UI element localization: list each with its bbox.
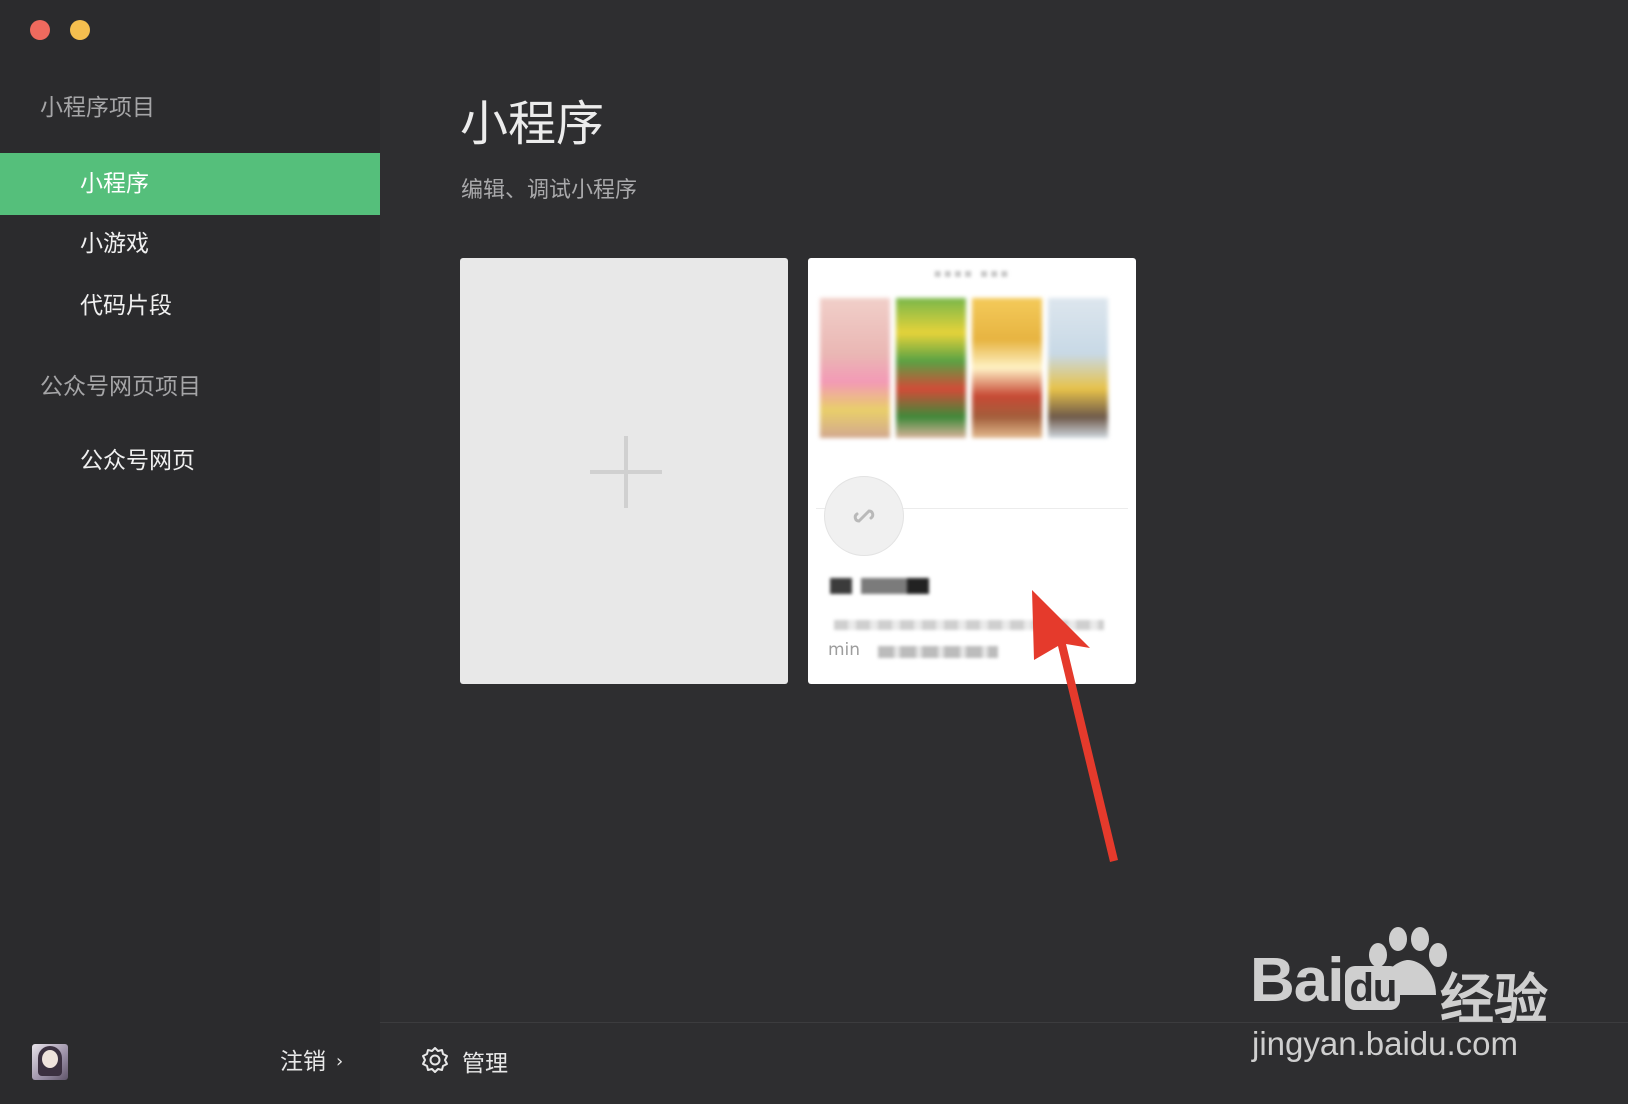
project-banner-image <box>820 298 1132 438</box>
project-appid-prefix: min <box>828 640 861 660</box>
sidebar-item-code-snippets[interactable]: 代码片段 <box>0 275 380 337</box>
manage-button[interactable]: 管理 <box>420 1044 508 1083</box>
avatar[interactable] <box>32 1044 68 1080</box>
project-name-blurred <box>830 578 940 594</box>
gear-icon <box>420 1045 450 1081</box>
chevron-right-icon: › <box>336 1051 344 1072</box>
red-arrow-annotation <box>1032 590 1118 862</box>
section-title-official-account-projects: 公众号网页项目 <box>40 374 201 400</box>
logout-label: 注销 <box>280 1049 326 1075</box>
baidu-jingyan-watermark: Bai du 经验 jingyan.baidu.com <box>1240 925 1610 1075</box>
add-project-card[interactable] <box>460 258 788 684</box>
page-subtitle: 编辑、调试小程序 <box>461 178 638 203</box>
watermark-logo-text: Bai du <box>1250 945 1401 1016</box>
close-window-button[interactable] <box>30 20 50 40</box>
plus-icon-vertical <box>624 436 628 508</box>
project-appid-blurred <box>878 646 998 658</box>
sidebar-item-minigame[interactable]: 小游戏 <box>0 213 380 275</box>
page-title: 小程序 <box>460 96 605 152</box>
logout-button[interactable]: 注销 › <box>280 1042 343 1076</box>
miniprogram-link-icon <box>824 476 904 556</box>
manage-label: 管理 <box>462 1051 508 1077</box>
sidebar-item-miniprogram[interactable]: 小程序 <box>0 153 380 215</box>
sidebar-item-official-account-webpage[interactable]: 公众号网页 <box>0 430 380 492</box>
sidebar: 小程序项目 小程序 小游戏 代码片段 公众号网页项目 公众号网页 注销 › <box>0 0 380 1104</box>
watermark-url: jingyan.baidu.com <box>1252 1025 1518 1062</box>
project-card-blurred-label: ▪▪▪▪ ▪▪▪ <box>933 266 1011 280</box>
minimize-window-button[interactable] <box>70 20 90 40</box>
section-title-miniprogram-projects: 小程序项目 <box>40 95 155 121</box>
watermark-cn-text: 经验 <box>1440 968 1548 1031</box>
